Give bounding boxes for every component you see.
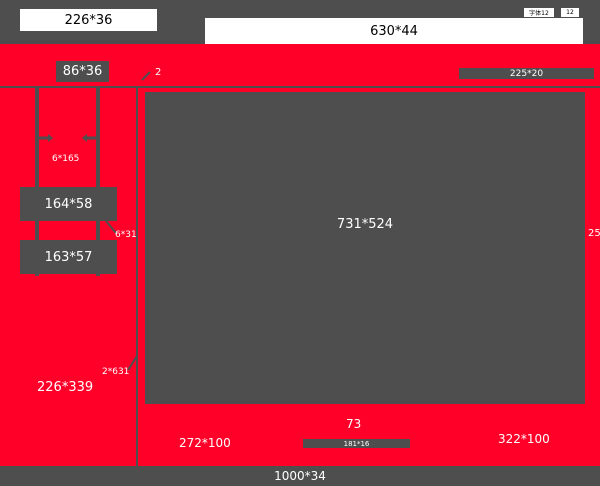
top-right-bar: 225*20 (459, 68, 594, 79)
search-box-label: 630*44 (370, 23, 418, 39)
arrow-right-icon (82, 128, 100, 142)
box-upper[interactable]: 164*58 (20, 187, 117, 221)
long-line-label: 2*631 (102, 367, 130, 377)
main-area-label: 731*524 (336, 216, 394, 232)
main-area[interactable]: 731*524 (145, 92, 585, 404)
logo-box: 226*36 (20, 9, 157, 31)
arrow-label: 6*165 (52, 154, 80, 164)
divider-label: 2 (155, 67, 162, 78)
long-vertical-line (136, 88, 138, 466)
footer-label: 1000*34 (274, 469, 326, 483)
nav-button-label: 86*36 (62, 64, 103, 79)
size-chip-label: 12 (566, 9, 574, 16)
font-size-chip[interactable]: 字体12 (524, 8, 554, 17)
box-lower[interactable]: 163*57 (20, 240, 117, 274)
right-edge-label: 25 (588, 228, 600, 239)
top-divider-line (0, 86, 600, 88)
top-right-bar-label: 225*20 (509, 68, 544, 79)
nav-button[interactable]: 86*36 (56, 61, 109, 82)
left-panel-label: 226*339 (37, 380, 94, 395)
font-size-chip-label: 字体12 (529, 10, 549, 17)
box-lower-label: 163*57 (44, 249, 93, 265)
gap-label: 73 (346, 417, 362, 431)
connector-label: 6*31 (115, 230, 137, 240)
bottom-mid-bar-label: 181*16 (343, 439, 370, 448)
box-upper-label: 164*58 (44, 196, 93, 212)
arrow-left-icon (35, 128, 53, 142)
size-chip[interactable]: 12 (561, 8, 579, 17)
bottom-left-label: 272*100 (179, 436, 231, 450)
logo-box-label: 226*36 (64, 12, 113, 28)
footer: 1000*34 (0, 466, 600, 486)
bottom-mid-bar: 181*16 (303, 439, 410, 448)
bottom-right-label: 322*100 (498, 432, 550, 446)
search-box[interactable]: 630*44 (205, 18, 583, 44)
